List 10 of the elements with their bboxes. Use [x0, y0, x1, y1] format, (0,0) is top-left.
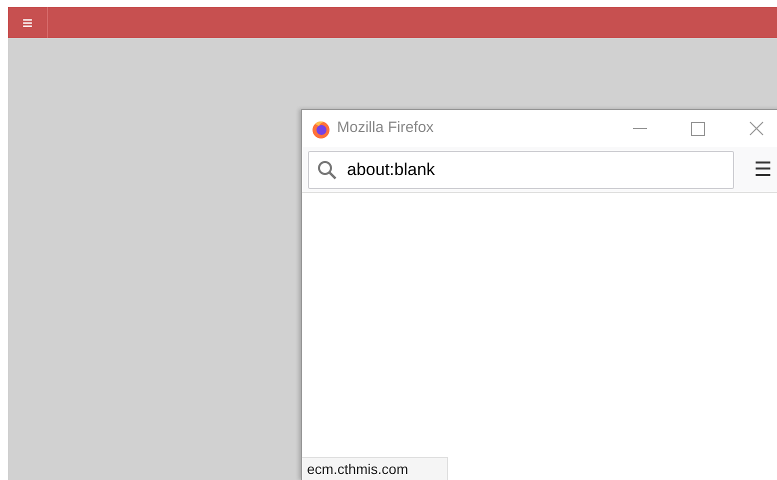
close-icon [748, 121, 764, 136]
fox-logo-icon [311, 118, 331, 138]
address-field[interactable]: about:blank [308, 150, 734, 188]
menu-button[interactable]: ☰ [754, 160, 772, 180]
address-text: about:blank [347, 158, 435, 181]
search-icon [317, 160, 337, 180]
maximize-icon [691, 122, 705, 136]
window-title: Mozilla Firefox [337, 118, 434, 138]
minimize-icon [633, 128, 647, 130]
status-text: ecm.cthmis.com [307, 460, 408, 478]
